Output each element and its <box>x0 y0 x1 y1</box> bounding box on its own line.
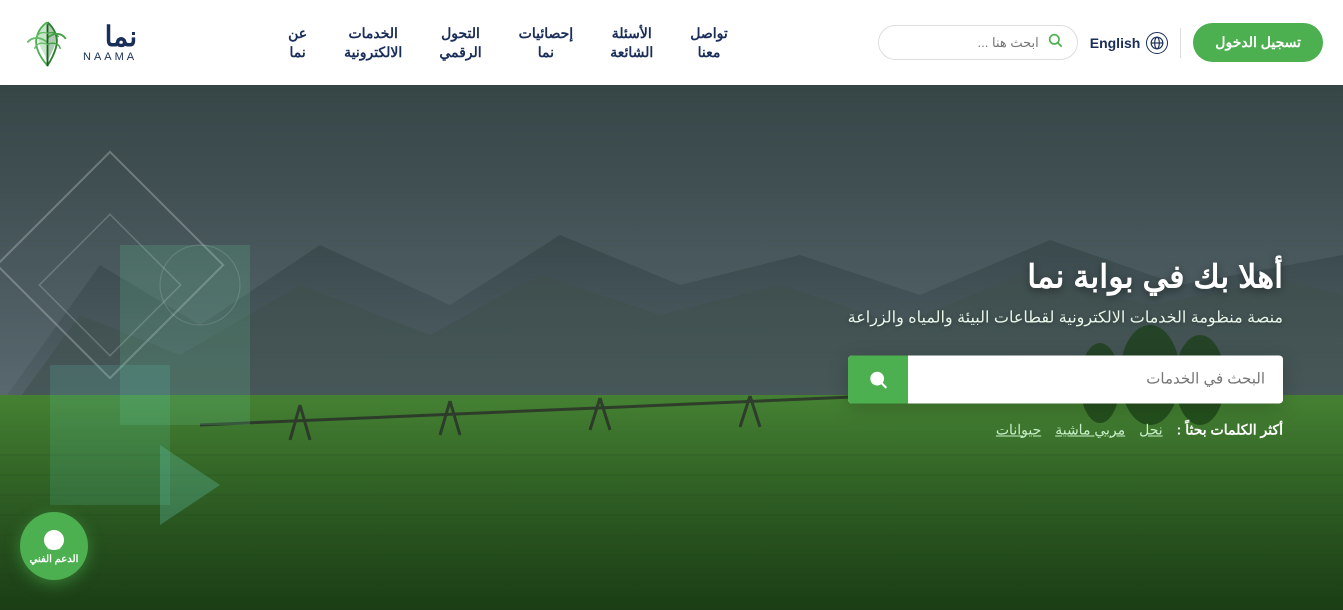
hero-tags-label: أكثر الكلمات بحثاً : <box>1177 421 1283 438</box>
header-search-bar[interactable] <box>878 25 1078 60</box>
logo-name-en: NAAMA <box>83 51 137 63</box>
language-label: English <box>1090 35 1141 51</box>
logo-name-ar: نما <box>83 23 137 51</box>
hero-tag-livestock[interactable]: مربي ماشية <box>1055 421 1125 438</box>
hero-content: أهلا بك في بوابة نما منصة منظومة الخدمات… <box>848 257 1283 438</box>
hero-subtitle: منصة منظومة الخدمات الالكترونية لقطاعات … <box>848 307 1283 327</box>
support-button[interactable]: الدعم الفني <box>20 512 88 580</box>
nav-item-contact[interactable]: تواصل معنا <box>671 24 746 60</box>
nav-item-statistics[interactable]: إحصائيات نما <box>500 24 592 60</box>
hero-tag-bees[interactable]: نحل <box>1139 421 1163 438</box>
support-label: الدعم الفني <box>30 554 79 565</box>
search-icon <box>1047 32 1063 53</box>
header: تسجيل الدخول English ت <box>0 0 1343 85</box>
hero-title: أهلا بك في بوابة نما <box>848 257 1283 295</box>
globe-icon <box>1146 32 1168 54</box>
nav-item-about[interactable]: عن نما <box>269 24 325 60</box>
divider <box>1180 28 1181 58</box>
language-switcher[interactable]: English <box>1090 32 1169 54</box>
header-left: تسجيل الدخول English <box>878 23 1323 61</box>
nav-item-faq[interactable]: الأسئلة الشائعة <box>591 24 671 60</box>
hero-search-input[interactable] <box>908 357 1283 402</box>
login-button[interactable]: تسجيل الدخول <box>1193 23 1323 61</box>
logo[interactable]: نما NAAMA <box>20 15 137 70</box>
hero-tag-animals[interactable]: حيوانات <box>996 421 1041 438</box>
nav-item-digital[interactable]: التحول الرقمي <box>420 24 499 60</box>
nav-item-eservices[interactable]: الخدمات الالكترونية <box>325 24 420 60</box>
header-search-input[interactable] <box>899 35 1039 50</box>
hero-search-button[interactable] <box>848 355 908 403</box>
hero-search-bar[interactable] <box>848 355 1283 403</box>
main-nav: تواصل معنا الأسئلة الشائعة إحصائيات نما … <box>269 24 746 60</box>
logo-icon <box>20 15 75 70</box>
hero-section: أهلا بك في بوابة نما منصة منظومة الخدمات… <box>0 85 1343 610</box>
hero-tags: حيوانات مربي ماشية نحل أكثر الكلمات بحثا… <box>848 421 1283 438</box>
